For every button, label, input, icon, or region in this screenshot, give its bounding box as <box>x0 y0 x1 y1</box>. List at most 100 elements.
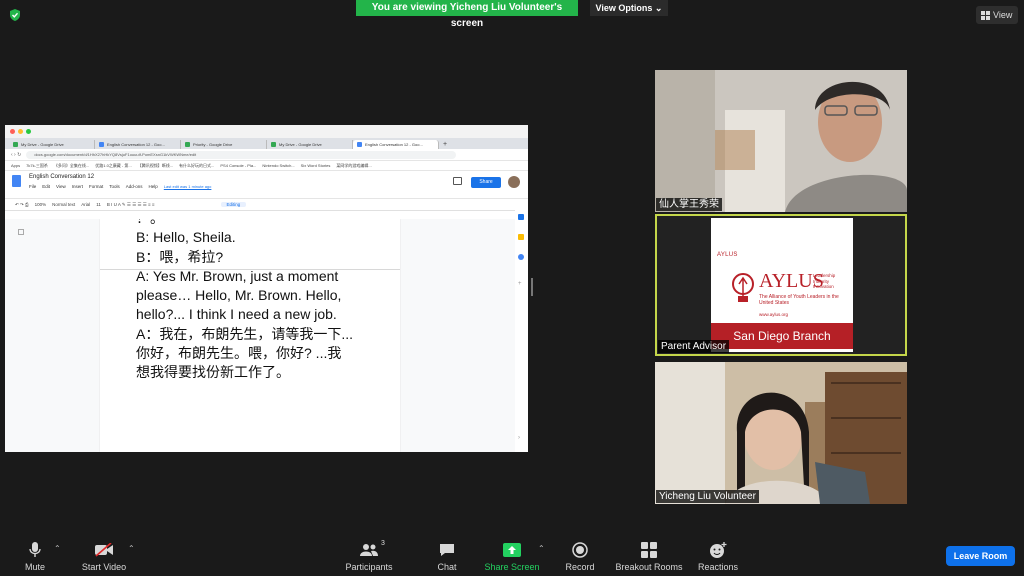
close-dot[interactable] <box>10 129 15 134</box>
font-size-field[interactable]: 11 <box>96 202 101 207</box>
tasks-icon[interactable] <box>518 254 524 260</box>
style-select[interactable]: Normal text <box>52 202 75 207</box>
editing-mode-select[interactable]: Editing <box>220 202 247 207</box>
doc-line: 你好，布朗先生。喂，你好? ...我 <box>136 345 342 362</box>
video-off-icon <box>95 543 113 557</box>
address-bar-row: ‹ › ↻ docs.google.com/document/d/1HhX27h… <box>5 149 528 161</box>
drive-icon <box>13 142 18 147</box>
browser-tab[interactable]: My Drive - Google Drive <box>9 140 95 149</box>
tab-label: My Drive - Google Drive <box>279 142 322 147</box>
docs-logo-icon[interactable] <box>12 175 21 187</box>
leave-room-button[interactable]: Leave Room <box>946 546 1015 566</box>
record-button[interactable]: Record <box>564 540 596 572</box>
docs-icon <box>99 142 104 147</box>
chevron-up-icon[interactable]: ⌃ <box>54 544 61 553</box>
last-edit-link[interactable]: Last edit was 1 minute ago <box>164 184 212 189</box>
menu-view[interactable]: View <box>56 184 66 189</box>
video-tile[interactable]: 仙人掌王秀荣 <box>655 70 907 212</box>
menu-edit[interactable]: Edit <box>42 184 50 189</box>
mute-button[interactable]: Mute <box>22 540 48 572</box>
doc-line: please… Hello, Mr. Brown. Hello, <box>136 287 342 304</box>
undo-icon[interactable]: ↶ ↷ ⎙ <box>15 202 29 208</box>
menu-format[interactable]: Format <box>89 184 103 189</box>
share-screen-label: Share Screen <box>484 562 540 572</box>
document-text[interactable]: ！。 B: Hello, Sheila. B：喂，希拉? A: Yes Mr. … <box>136 219 376 383</box>
menu-addons[interactable]: Add-ons <box>126 184 143 189</box>
tab-label: Priority - Google Drive <box>193 142 233 147</box>
resize-handle[interactable] <box>531 278 533 296</box>
bookmark[interactable]: Apps <box>11 163 20 168</box>
add-addon-icon[interactable]: + <box>518 281 523 287</box>
doc-title[interactable]: English Conversation 12 <box>29 174 94 180</box>
outline-icon[interactable] <box>18 229 24 235</box>
browser-tab-active[interactable]: English Conversation 12 - Goo... <box>353 140 439 149</box>
url-field[interactable]: docs.google.com/document/d/1HhX27hHkYQ8V… <box>26 150 457 159</box>
docs-header: English Conversation 12 File Edit View I… <box>5 171 528 199</box>
shield-icon[interactable] <box>8 8 22 22</box>
browser-titlebar <box>5 125 528 138</box>
share-screen-icon <box>503 543 521 557</box>
zoom-select[interactable]: 100% <box>35 202 47 207</box>
menu-tools[interactable]: Tools <box>109 184 120 189</box>
avatar[interactable] <box>508 176 520 188</box>
new-tab-icon[interactable]: + <box>439 140 447 149</box>
tab-label: English Conversation 12 - Goo... <box>365 142 423 147</box>
view-button-label: View <box>993 10 1013 20</box>
doc-line: B：喂，希拉? <box>136 248 224 265</box>
bookmark[interactable]: Six Word Stories <box>301 163 331 168</box>
drive-icon <box>271 142 276 147</box>
document-page[interactable]: ！。 B: Hello, Sheila. B：喂，希拉? A: Yes Mr. … <box>100 219 400 452</box>
format-icons[interactable]: B I U A ✎ ☰ ☰ ☰ ☰ ≡ ≡ <box>107 202 155 208</box>
zoom-window: You are viewing Yicheng Liu Volunteer's … <box>0 0 1024 576</box>
share-screen-button[interactable]: Share Screen <box>484 540 540 572</box>
bookmark[interactable]: PS4 Console - Pla... <box>220 163 256 168</box>
calendar-icon[interactable] <box>518 214 524 220</box>
microphone-icon <box>29 542 41 557</box>
view-button[interactable]: View <box>976 6 1018 24</box>
bookmark[interactable]: 7k7k-三国杀 <box>26 163 48 169</box>
browser-tab[interactable]: My Drive - Google Drive <box>267 140 353 149</box>
bulb-logo-icon <box>732 273 754 302</box>
bookmark[interactable]: 有什么好玩的日式... <box>179 163 214 169</box>
viewing-screen-banner: You are viewing Yicheng Liu Volunteer's … <box>356 0 578 29</box>
drive-icon <box>185 142 190 147</box>
chevron-right-icon[interactable]: › <box>518 435 524 441</box>
menu-insert[interactable]: Insert <box>72 184 83 189</box>
chevron-up-icon[interactable]: ⌃ <box>538 544 545 553</box>
keep-icon[interactable] <box>518 234 524 240</box>
participants-button[interactable]: 3 Participants <box>344 540 394 572</box>
participants-label: Participants <box>345 562 393 572</box>
chevron-up-icon[interactable]: ⌃ <box>128 544 135 553</box>
bookmark[interactable]: 《多问》全集在线... <box>54 163 89 169</box>
bookmark[interactable]: Nintendo Switch... <box>262 163 294 168</box>
font-select[interactable]: Arial <box>81 202 90 207</box>
breakout-rooms-label: Breakout Rooms <box>615 562 683 572</box>
aylus-branch-banner: San Diego Branch <box>711 323 853 349</box>
nav-arrows-icon[interactable]: ‹ › ↻ <box>11 152 21 158</box>
video-tile[interactable]: Yicheng Liu Volunteer <box>655 362 907 504</box>
record-icon <box>572 542 588 558</box>
participant-count: 3 <box>381 540 385 547</box>
aylus-website: www.aylus.org <box>759 312 789 317</box>
bookmark[interactable]: 某网学的游戏编辑... <box>336 163 371 169</box>
reactions-button[interactable]: Reactions <box>696 540 740 572</box>
minimize-dot[interactable] <box>18 129 23 134</box>
participant-video <box>655 70 907 212</box>
start-video-button[interactable]: Start Video <box>80 540 128 572</box>
share-button[interactable]: Share <box>471 177 501 188</box>
browser-tab[interactable]: Priority - Google Drive <box>181 140 267 149</box>
view-options-button[interactable]: View Options ⌄ <box>590 0 668 16</box>
breakout-rooms-button[interactable]: Breakout Rooms <box>614 540 684 572</box>
chat-button[interactable]: Chat <box>434 540 460 572</box>
video-tile-active-speaker[interactable]: AYLUS AYLUS Leadership Integrity Innovat… <box>655 214 907 356</box>
browser-tab[interactable]: English Conversation 12 - Goo... <box>95 140 181 149</box>
reactions-icon <box>710 542 727 558</box>
maximize-dot[interactable] <box>26 129 31 134</box>
bookmarks-bar: Apps 7k7k-三国杀 《多问》全集在线... 优路1.0之康藏 - 第..… <box>5 161 528 171</box>
grid-icon <box>981 10 990 20</box>
bookmark[interactable]: 优路1.0之康藏 - 第... <box>95 163 131 169</box>
menu-help[interactable]: Help <box>149 184 158 189</box>
menu-file[interactable]: File <box>29 184 36 189</box>
bookmark[interactable]: 【腾讯视频】断线... <box>138 163 173 169</box>
comment-icon[interactable] <box>453 177 462 185</box>
